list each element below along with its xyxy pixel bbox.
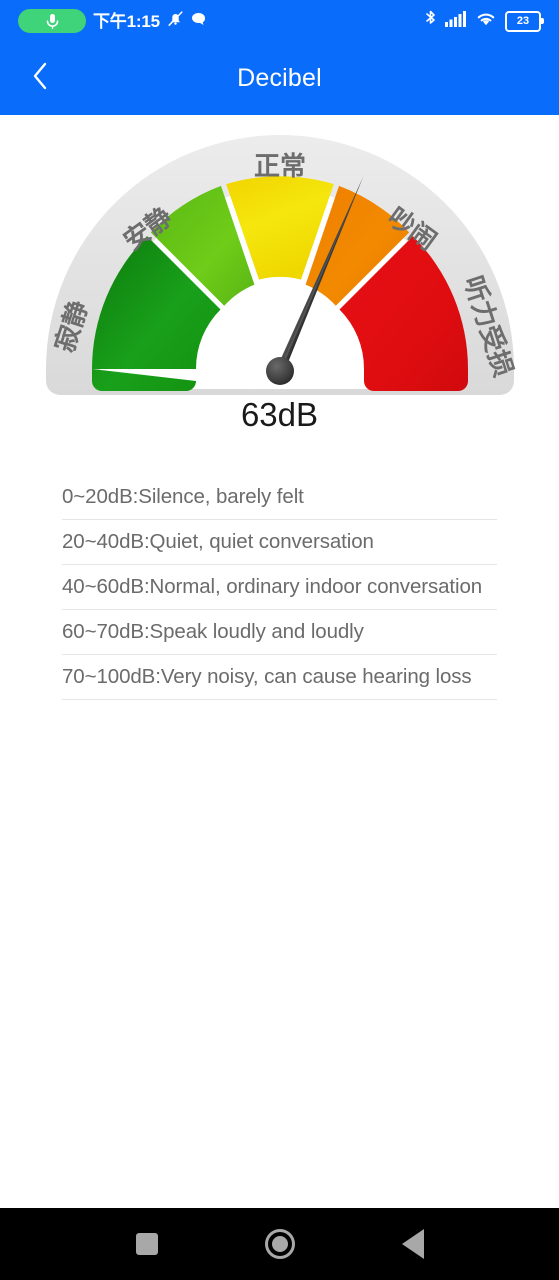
gauge-label-normal: 正常 xyxy=(254,151,306,181)
list-item: 70~100dB:Very noisy, can cause hearing l… xyxy=(62,655,497,700)
triangle-left-icon xyxy=(401,1229,424,1259)
status-time: 下午1:15 xyxy=(93,11,160,31)
gauge-svg: 寂静 安静 正常 吵闹 听力受损 xyxy=(46,135,519,395)
microphone-indicator-pill xyxy=(18,9,86,33)
page-title: Decibel xyxy=(237,64,322,92)
decibel-scale-list: 0~20dB:Silence, barely felt 20~40dB:Quie… xyxy=(62,475,497,700)
wifi-icon xyxy=(475,10,497,32)
main-content: 寂静 安静 正常 吵闹 听力受损 63dB 0~20dB:Silence, ba… xyxy=(0,115,559,1208)
list-item: 60~70dB:Speak loudly and loudly xyxy=(62,610,497,655)
status-bar: 下午1:15 23 xyxy=(0,0,559,42)
back-nav-button[interactable] xyxy=(385,1216,441,1272)
recents-button[interactable] xyxy=(119,1216,175,1272)
circle-icon xyxy=(264,1229,295,1259)
cellular-signal-icon xyxy=(445,10,467,32)
phone-screen: 下午1:15 23 Decibel 寂静 安静 正常 吵闹 听力受损 63dB … xyxy=(0,0,559,1280)
list-item: 0~20dB:Silence, barely felt xyxy=(62,475,497,520)
circle-icon-inner xyxy=(271,1236,288,1252)
battery-level-text: 23 xyxy=(516,14,530,27)
status-bar-right: 23 xyxy=(424,9,544,33)
status-bar-left: 下午1:15 xyxy=(18,9,206,33)
list-item: 40~60dB:Normal, ordinary indoor conversa… xyxy=(62,565,497,610)
chevron-left-icon xyxy=(31,61,49,96)
chat-bubble-icon xyxy=(191,12,206,31)
microphone-icon xyxy=(46,13,59,30)
battery-indicator: 23 xyxy=(505,10,544,32)
app-bar: Decibel xyxy=(0,42,559,115)
decibel-value: 63dB xyxy=(240,396,319,433)
decibel-gauge: 寂静 安静 正常 吵闹 听力受损 xyxy=(0,115,559,395)
system-navigation-bar xyxy=(0,1208,559,1280)
square-icon xyxy=(135,1233,158,1255)
bluetooth-icon xyxy=(424,9,437,33)
list-item: 20~40dB:Quiet, quiet conversation xyxy=(62,520,497,565)
home-button[interactable] xyxy=(252,1216,308,1272)
back-button[interactable] xyxy=(16,55,64,103)
bell-muted-icon xyxy=(167,10,184,32)
gauge-needle-hub xyxy=(266,357,294,385)
